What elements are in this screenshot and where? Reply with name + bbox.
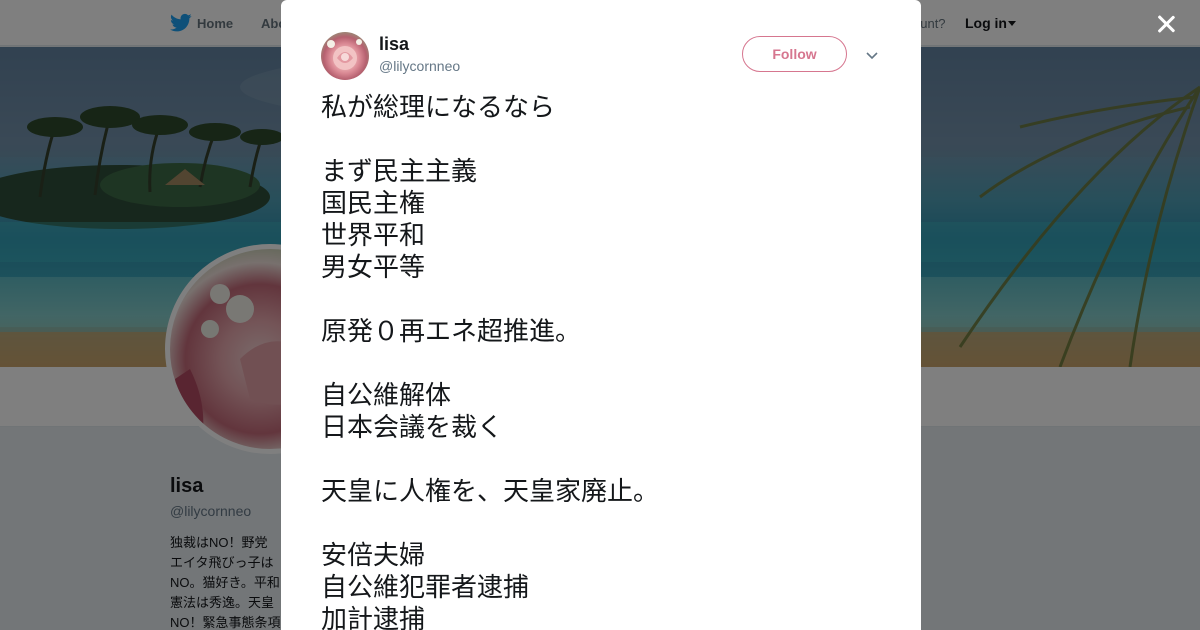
tweet-line: 国民主権 [321,189,426,219]
tweet-author-avatar[interactable] [321,32,369,80]
tweet-line [321,284,891,316]
tweet-author-handle[interactable]: @lilycornneo [379,58,460,74]
tweet-line: 安倍夫婦 [321,541,426,571]
tweet-modal: lisa @lilycornneo Follow 私が総理になるなら まず民主主… [281,0,921,630]
tweet-line: 日本会議を裁く [321,413,504,443]
follow-button[interactable]: Follow [742,36,847,72]
tweet-line: 加計逮捕 [321,605,426,630]
tweet-line: 自公維解体 [321,381,452,411]
tweet-line: 世界平和 [321,221,426,251]
tweet-author-name[interactable]: lisa [379,34,409,55]
tweet-line [321,124,891,156]
close-icon[interactable] [1154,12,1178,36]
tweet-line: 自公維犯罪者逮捕 [321,573,530,603]
tweet-line: まず民主主義 [321,157,478,187]
tweet-line [321,508,891,540]
tweet-line: 天皇に人権を、天皇家廃止。 [321,477,660,507]
tweet-line [321,348,891,380]
tweet-line: 原発０再エネ超推進。 [321,317,582,347]
tweet-line: 男女平等 [321,253,426,283]
tweet-line: 私が総理になるなら [321,93,556,123]
tweet-line [321,444,891,476]
chevron-down-icon[interactable] [865,48,879,62]
rose-avatar-image [327,39,362,70]
tweet-text: 私が総理になるなら まず民主主義 国民主権 世界平和 男女平等 原発０再エネ超推… [321,92,891,630]
